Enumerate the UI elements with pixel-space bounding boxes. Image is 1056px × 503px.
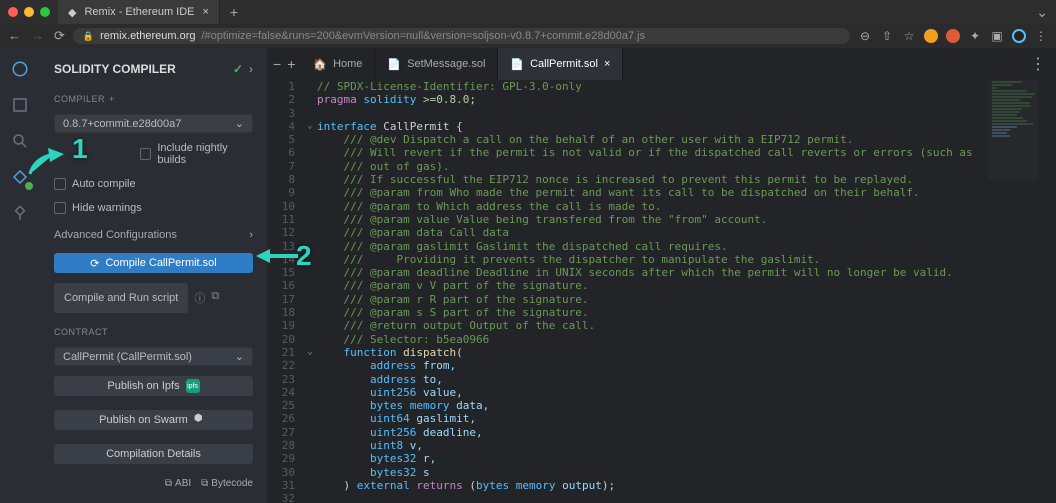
editor-tab-bar: − + 🏠 Home 📄 SetMessage.sol 📄 CallPermit…: [267, 48, 1056, 80]
bookmark-icon[interactable]: ☆: [902, 29, 916, 43]
arrow-2: [256, 247, 298, 270]
url-actions: ⊖ ⇧ ☆ ✦ ▣ ⋮: [858, 29, 1048, 43]
contract-select[interactable]: CallPermit (CallPermit.sol) ⌄: [54, 347, 253, 366]
compile-run-button[interactable]: Compile and Run script: [54, 283, 188, 313]
editor-menu-icon[interactable]: ⋮: [1020, 54, 1056, 74]
back-icon[interactable]: ←: [8, 28, 21, 44]
maximize-window-icon[interactable]: [40, 7, 50, 17]
home-tab[interactable]: 🏠 Home: [301, 48, 375, 80]
extensions-icon[interactable]: ✦: [968, 29, 982, 43]
tab-title: Remix - Ethereum IDE: [84, 6, 194, 18]
tab-setmessage[interactable]: 📄 SetMessage.sol: [375, 48, 498, 80]
compiler-version-value: 0.8.7+commit.e28d00a7: [63, 118, 181, 130]
chevron-right-icon: ›: [249, 229, 253, 241]
publish-ipfs-button[interactable]: Publish on Ipfs ipfs: [54, 376, 253, 396]
fold-column[interactable]: ⌄⌄: [303, 80, 317, 503]
code-editor: − + 🏠 Home 📄 SetMessage.sol 📄 CallPermit…: [267, 48, 1056, 503]
share-icon[interactable]: ⇧: [880, 29, 894, 43]
auto-compile-checkbox[interactable]: Auto compile: [40, 175, 267, 193]
publish-swarm-button[interactable]: Publish on Swarm ⬢: [54, 410, 253, 430]
chevron-down-icon[interactable]: ⌄: [1036, 4, 1048, 21]
copy-icon[interactable]: ⧉: [211, 290, 219, 306]
callout-1: 1: [72, 133, 88, 165]
minimap[interactable]: [988, 80, 1038, 180]
browser-tab-remix[interactable]: ◆ Remix - Ethereum IDE ×: [58, 0, 220, 24]
file-explorer-icon[interactable]: [9, 94, 31, 116]
check-icon: ✓: [233, 62, 243, 76]
line-numbers: 1234567891011121314151617181920212223242…: [267, 80, 303, 503]
compilation-details-button[interactable]: Compilation Details: [54, 444, 253, 464]
deploy-icon[interactable]: [9, 202, 31, 224]
panel-title-text: SOLIDITY COMPILER: [54, 62, 176, 76]
select-caret-icon: ⌄: [235, 117, 244, 130]
bytecode-link[interactable]: ⧉Bytecode: [201, 478, 253, 489]
chevron-right-icon[interactable]: ›: [249, 62, 253, 76]
url-path: /#optimize=false&runs=200&evmVersion=nul…: [202, 30, 646, 42]
ipfs-icon: ipfs: [186, 379, 200, 393]
panel-title: SOLIDITY COMPILER ✓ ›: [40, 58, 267, 80]
contract-value: CallPermit (CallPermit.sol): [63, 351, 192, 363]
abi-bytecode-links: ⧉ABI ⧉Bytecode: [40, 474, 267, 493]
tab-favicon: ◆: [68, 6, 76, 19]
close-icon[interactable]: ×: [604, 58, 610, 70]
app-main: SOLIDITY COMPILER ✓ › COMPILER + 0.8.7+c…: [0, 48, 1056, 503]
select-caret-icon: ⌄: [235, 350, 244, 363]
zoom-out-icon[interactable]: ⊖: [858, 29, 872, 43]
zoom-out-icon[interactable]: −: [273, 56, 281, 72]
browser-urlbar: ← → ⟳ 🔒 remix.ethereum.org /#optimize=fal…: [0, 24, 1056, 48]
hide-warnings-checkbox[interactable]: Hide warnings: [40, 199, 267, 217]
zoom-in-icon[interactable]: +: [287, 56, 295, 72]
abi-link[interactable]: ⧉ABI: [165, 478, 191, 489]
profile-avatar[interactable]: [1012, 29, 1026, 43]
forward-icon[interactable]: →: [31, 28, 44, 44]
menu-square-icon[interactable]: ▣: [990, 29, 1004, 43]
close-window-icon[interactable]: [8, 7, 18, 17]
file-icon: 📄: [387, 58, 401, 71]
info-icon[interactable]: ⓘ: [194, 290, 205, 306]
tab-callpermit[interactable]: 📄 CallPermit.sol ×: [498, 48, 623, 80]
url-host: remix.ethereum.org: [100, 30, 195, 42]
copy-icon: ⧉: [165, 478, 172, 489]
contract-label: CONTRACT: [40, 323, 267, 341]
refresh-icon: ⟳: [90, 257, 99, 270]
minimize-window-icon[interactable]: [24, 7, 34, 17]
ext-icon-2[interactable]: [946, 29, 960, 43]
compiler-label: COMPILER +: [40, 90, 267, 108]
reload-icon[interactable]: ⟳: [54, 28, 65, 44]
sidebar-icons: [0, 48, 40, 503]
compiler-panel: SOLIDITY COMPILER ✓ › COMPILER + 0.8.7+c…: [40, 48, 267, 503]
code-text[interactable]: // SPDX-License-Identifier: GPL-3.0-only…: [317, 80, 1056, 503]
new-tab-button[interactable]: +: [220, 0, 248, 24]
window-controls[interactable]: [8, 7, 50, 17]
close-tab-icon[interactable]: ×: [203, 6, 209, 18]
file-icon: 📄: [510, 58, 524, 71]
compiler-version-select[interactable]: 0.8.7+commit.e28d00a7 ⌄: [54, 114, 253, 133]
code-area[interactable]: 1234567891011121314151617181920212223242…: [267, 80, 1056, 503]
nightly-checkbox[interactable]: Include nightly builds: [126, 139, 267, 169]
plus-icon[interactable]: +: [109, 94, 115, 104]
copy-icon: ⧉: [201, 478, 208, 489]
arrow-1: [28, 148, 64, 181]
lock-icon: 🔒: [83, 31, 94, 42]
home-icon: 🏠: [313, 58, 327, 71]
nav-buttons: ← → ⟳: [8, 28, 65, 44]
compile-button[interactable]: ⟳ Compile CallPermit.sol: [54, 253, 253, 273]
advanced-config-toggle[interactable]: Advanced Configurations ›: [54, 229, 253, 241]
remix-logo-icon[interactable]: [9, 58, 31, 80]
menu-icon[interactable]: ⋮: [1034, 29, 1048, 43]
ext-icon-1[interactable]: [924, 29, 938, 43]
address-bar[interactable]: 🔒 remix.ethereum.org /#optimize=false&run…: [73, 28, 850, 44]
swarm-icon: ⬢: [194, 413, 208, 427]
browser-titlebar: ◆ Remix - Ethereum IDE × + ⌄: [0, 0, 1056, 24]
browser-tab-bar: ◆ Remix - Ethereum IDE × +: [58, 0, 248, 24]
callout-2: 2: [296, 240, 312, 272]
